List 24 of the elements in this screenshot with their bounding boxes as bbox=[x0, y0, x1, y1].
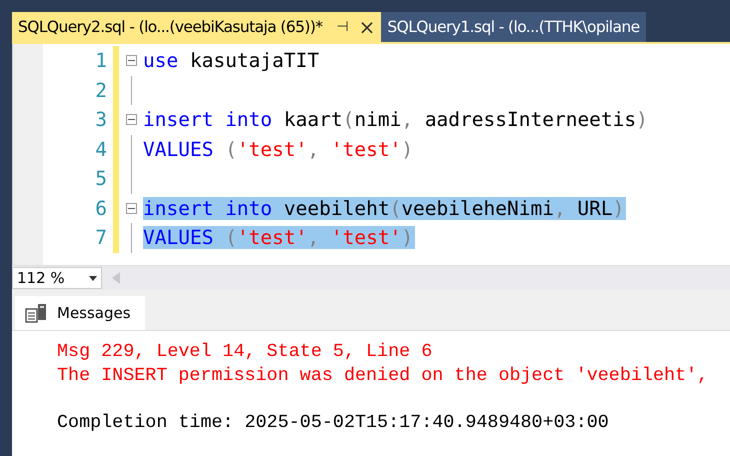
message-line: Msg 229, Level 14, State 5, Line 6 bbox=[57, 341, 434, 364]
line-number: 4 bbox=[94, 138, 108, 161]
message-line: Completion time: 2025-05-02T15:17:40.9489480+03:00 bbox=[57, 412, 610, 434]
collapse-icon[interactable] bbox=[126, 114, 136, 126]
document-tab[interactable]: SQLQuery1.sql - (lo...(TTHK\opilane bbox=[381, 12, 646, 42]
code-line: use kasutajaTIT bbox=[143, 49, 320, 72]
line-number: 5 bbox=[94, 167, 108, 190]
close-icon[interactable]: × bbox=[358, 15, 376, 39]
collapse-icon[interactable] bbox=[126, 202, 136, 214]
code-line: insert into kaart(nimi, aadressInterneetis) bbox=[143, 108, 649, 132]
message-line: The INSERT permission was denied on the object 'veebileht', bbox=[57, 364, 710, 388]
caret-icon bbox=[89, 276, 97, 280]
collapse-icon[interactable] bbox=[126, 55, 136, 66]
document-tab[interactable]: SQLQuery2.sql - (lo...(veebiKasutaja (65))* ⊣ × bbox=[12, 12, 382, 42]
line-number: 2 bbox=[94, 78, 108, 102]
line-number: 6 bbox=[94, 196, 108, 220]
line-number: 7 bbox=[94, 226, 108, 250]
code-line: VALUES ('test', 'test') bbox=[143, 138, 414, 161]
zoom-dropdown[interactable]: 112 % bbox=[12, 267, 102, 289]
line-number: 3 bbox=[94, 108, 108, 132]
messages-tab[interactable]: Messages bbox=[15, 296, 145, 330]
messages-icon bbox=[25, 303, 47, 323]
pin-icon[interactable]: ⊣ bbox=[336, 19, 349, 35]
line-number: 1 bbox=[94, 49, 108, 72]
